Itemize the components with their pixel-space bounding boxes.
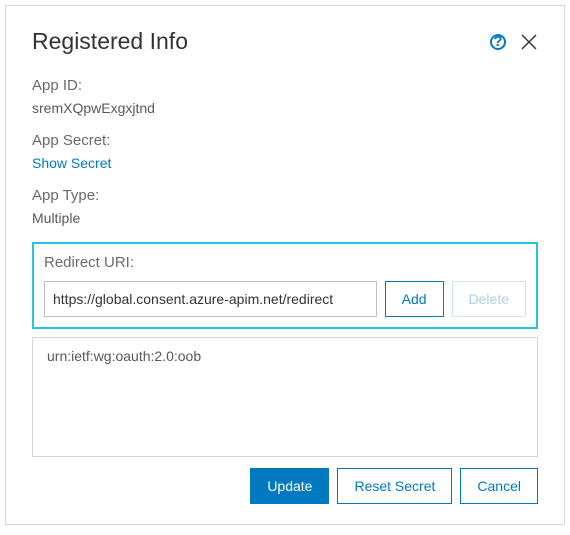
redirect-uri-list[interactable]: urn:ietf:wg:oauth:2.0:oob [32, 337, 538, 457]
redirect-uri-input[interactable] [44, 281, 377, 317]
registered-info-dialog: Registered Info ? App ID: sremXQpwExgxjt… [5, 5, 565, 525]
app-secret-block: App Secret: Show Secret [32, 132, 538, 171]
app-type-label: App Type: [32, 187, 538, 204]
update-button[interactable]: Update [250, 468, 329, 504]
add-button[interactable]: Add [385, 281, 444, 317]
close-icon[interactable] [520, 33, 538, 51]
app-id-value: sremXQpwExgxjtnd [32, 100, 538, 116]
dialog-header: Registered Info ? [32, 28, 538, 55]
app-id-label: App ID: [32, 77, 538, 94]
list-item[interactable]: urn:ietf:wg:oauth:2.0:oob [47, 348, 523, 364]
app-id-block: App ID: sremXQpwExgxjtnd [32, 77, 538, 116]
show-secret-link[interactable]: Show Secret [32, 155, 538, 171]
delete-button: Delete [452, 281, 526, 317]
redirect-uri-row: Add Delete [44, 281, 526, 317]
redirect-uri-highlight: Redirect URI: Add Delete [32, 242, 538, 329]
app-secret-label: App Secret: [32, 132, 538, 149]
header-actions: ? [490, 33, 538, 51]
app-type-block: App Type: Multiple [32, 187, 538, 226]
reset-secret-button[interactable]: Reset Secret [337, 468, 452, 504]
cancel-button[interactable]: Cancel [460, 468, 538, 504]
dialog-title: Registered Info [32, 28, 188, 55]
dialog-footer: Update Reset Secret Cancel [250, 468, 538, 504]
help-icon[interactable]: ? [490, 34, 506, 50]
redirect-uri-label: Redirect URI: [44, 254, 526, 271]
app-type-value: Multiple [32, 210, 538, 226]
